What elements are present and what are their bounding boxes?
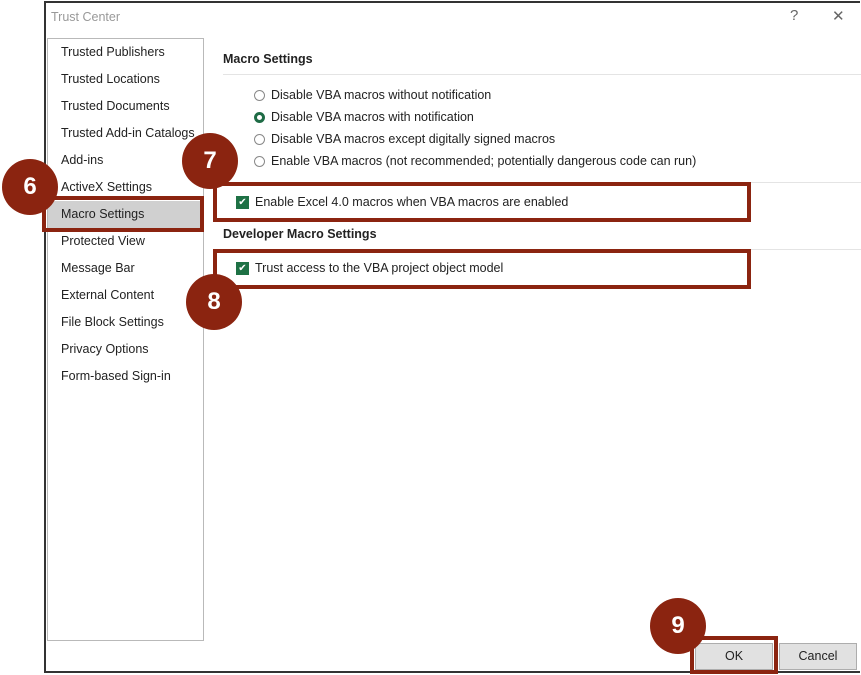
sidebar-item-trusted-locations[interactable]: Trusted Locations [48, 66, 203, 93]
macro-settings-heading: Macro Settings [223, 52, 313, 66]
sidebar-item-file-block-settings[interactable]: File Block Settings [48, 309, 203, 336]
sidebar-item-form-based-sign-in[interactable]: Form-based Sign-in [48, 363, 203, 390]
radio-selected-icon [254, 111, 265, 123]
highlight-macro-settings [42, 196, 204, 232]
highlight-vba-trust [213, 249, 751, 289]
cancel-button[interactable]: Cancel [779, 643, 857, 670]
developer-macro-settings-heading: Developer Macro Settings [223, 227, 377, 241]
highlight-ok [690, 636, 778, 674]
radio-disable-except-signed[interactable]: Disable VBA macros except digitally sign… [254, 132, 555, 146]
radio-label: Disable VBA macros with notification [271, 110, 474, 124]
step-badge-7: 7 [182, 133, 238, 189]
close-button[interactable]: ✕ [832, 7, 845, 25]
sidebar-item-addins[interactable]: Add-ins [48, 147, 203, 174]
sidebar-item-protected-view[interactable]: Protected View [48, 228, 203, 255]
divider [223, 74, 861, 75]
radio-icon [254, 89, 265, 101]
sidebar-item-trusted-documents[interactable]: Trusted Documents [48, 93, 203, 120]
radio-enable-all[interactable]: Enable VBA macros (not recommended; pote… [254, 154, 696, 168]
step-badge-8: 8 [186, 274, 242, 330]
radio-label: Enable VBA macros (not recommended; pote… [271, 154, 697, 168]
radio-label: Disable VBA macros without notification [271, 88, 492, 102]
radio-icon [254, 133, 265, 145]
radio-disable-without-notification[interactable]: Disable VBA macros without notification [254, 88, 491, 102]
step-badge-9: 9 [650, 598, 706, 654]
sidebar-item-privacy-options[interactable]: Privacy Options [48, 336, 203, 363]
sidebar-item-trusted-addin-catalogs[interactable]: Trusted Add-in Catalogs [48, 120, 203, 147]
radio-icon [254, 155, 265, 167]
radio-disable-with-notification[interactable]: Disable VBA macros with notification [254, 110, 474, 124]
sidebar: Trusted Publishers Trusted Locations Tru… [47, 38, 204, 641]
help-button[interactable]: ? [790, 7, 798, 24]
sidebar-item-external-content[interactable]: External Content [48, 282, 203, 309]
sidebar-item-trusted-publishers[interactable]: Trusted Publishers [48, 39, 203, 66]
dialog-title: Trust Center [51, 10, 121, 24]
sidebar-item-message-bar[interactable]: Message Bar [48, 255, 203, 282]
step-badge-6: 6 [2, 159, 58, 215]
radio-label: Disable VBA macros except digitally sign… [271, 132, 556, 146]
highlight-excel4 [213, 182, 751, 222]
